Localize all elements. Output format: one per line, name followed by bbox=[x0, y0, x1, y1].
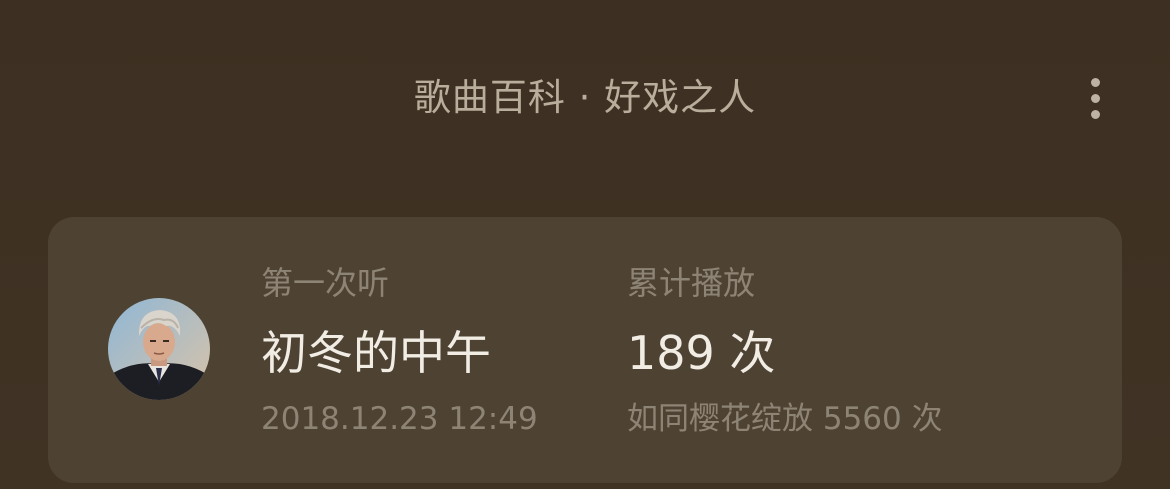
song-wiki-page: 歌曲百科 · 好戏之人 第一次听 初冬的中午 2018.12.23 12:49 … bbox=[0, 0, 1170, 489]
more-options-button[interactable] bbox=[1076, 74, 1116, 122]
total-plays-comparison: 如同樱花绽放 5560 次 bbox=[627, 401, 943, 437]
first-listen-date: 2018.12.23 12:49 bbox=[261, 401, 538, 437]
first-listen-value: 初冬的中午 bbox=[261, 326, 491, 380]
total-plays-label: 累计播放 bbox=[627, 264, 756, 302]
listening-stats-card: 第一次听 初冬的中午 2018.12.23 12:49 累计播放 189 次 如… bbox=[48, 217, 1122, 483]
total-plays-value: 189 次 bbox=[627, 326, 776, 380]
first-listen-label: 第一次听 bbox=[261, 264, 390, 302]
avatar[interactable] bbox=[108, 298, 210, 400]
page-title: 歌曲百科 · 好戏之人 bbox=[413, 76, 757, 119]
